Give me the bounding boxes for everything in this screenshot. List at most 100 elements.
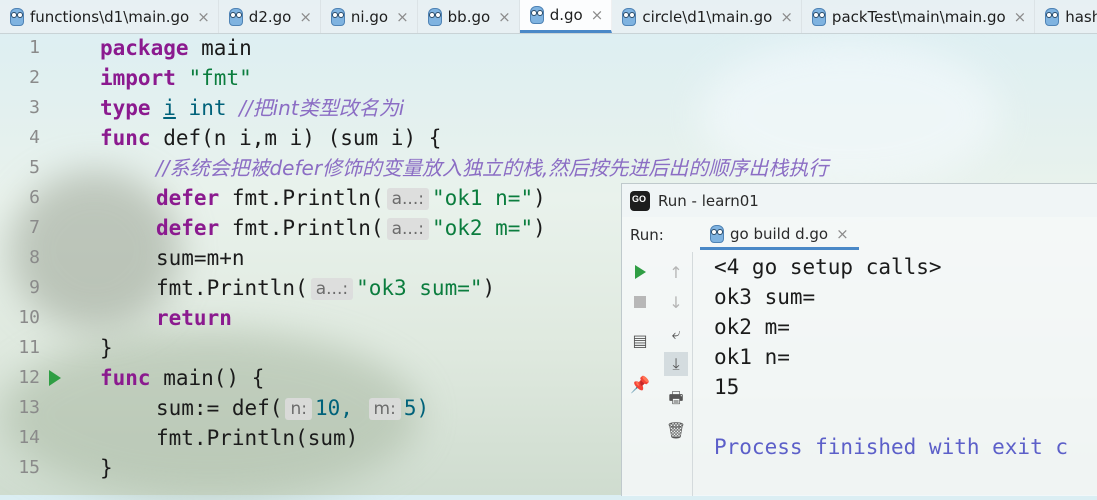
line-number: 9 xyxy=(29,277,40,298)
line-number: 1 xyxy=(29,37,40,58)
tab-label: ni.go xyxy=(350,7,389,26)
param-hint: n: xyxy=(285,398,312,420)
line-number: 5 xyxy=(29,157,40,178)
code-line-13: sum:= def(n: 10, m: 5) xyxy=(156,396,430,420)
code-line-12: func main() { xyxy=(100,366,265,390)
editor-tab-bar: functions\d1\main.go × d2.go × ni.go × b… xyxy=(0,0,1097,34)
go-file-icon xyxy=(10,7,24,26)
tab-ni[interactable]: ni.go × xyxy=(321,0,418,33)
layout-button[interactable]: ▤ xyxy=(628,328,652,352)
close-icon[interactable]: × xyxy=(836,225,849,243)
print-button[interactable]: 🖶 xyxy=(664,388,688,412)
tab-d2[interactable]: d2.go × xyxy=(219,0,321,33)
line-number: 12 xyxy=(18,367,40,388)
tab-label: circle\d1\main.go xyxy=(642,7,773,26)
rerun-button[interactable] xyxy=(628,260,652,284)
code-line-4: func def(n i,m i) (sum i) { xyxy=(100,126,442,150)
scroll-to-end-button[interactable]: ⤓ xyxy=(664,352,688,376)
scroll-up-button[interactable]: ↑ xyxy=(664,260,688,284)
pin-button[interactable]: 📌 xyxy=(628,372,652,396)
console-line: 15 xyxy=(714,375,740,399)
go-file-icon xyxy=(427,7,442,26)
go-file-icon xyxy=(330,7,345,26)
tab-circle-main[interactable]: circle\d1\main.go × xyxy=(612,0,802,33)
close-icon[interactable]: × xyxy=(591,6,604,24)
code-line-3: type i int //把int类型改名为i xyxy=(100,96,405,120)
soft-wrap-button[interactable]: ⤶ xyxy=(664,322,688,346)
go-file-icon xyxy=(1045,7,1060,26)
tab-functions-main[interactable]: functions\d1\main.go × xyxy=(0,0,219,33)
stop-icon xyxy=(634,296,646,308)
param-hint: a...: xyxy=(386,188,429,210)
goland-icon xyxy=(630,190,650,211)
close-icon[interactable]: × xyxy=(396,8,409,26)
tab-label: d2.go xyxy=(248,7,292,26)
tab-hash[interactable]: hash xyxy=(1035,0,1097,33)
code-line-2: import "fmt" xyxy=(100,66,252,90)
run-tool-window: Run - learn01 Run: go build d.go × ▤ 📌 ↑… xyxy=(621,183,1097,496)
close-icon[interactable]: × xyxy=(1014,8,1027,26)
run-toolbar-mid: ↑ ↓ ⤶ ⤓ 🖶 🗑 xyxy=(660,252,693,496)
scroll-down-button[interactable]: ↓ xyxy=(664,290,688,314)
code-line-9: fmt.Println(a...: "ok3 sum=") xyxy=(156,276,496,300)
line-number: 7 xyxy=(29,217,40,238)
run-window-title-bar: Run - learn01 xyxy=(622,184,1097,217)
go-file-icon xyxy=(228,7,243,26)
param-hint: m: xyxy=(368,398,401,420)
layout-icon: ▤ xyxy=(632,330,648,350)
param-hint: a...: xyxy=(386,218,429,240)
run-config-bar: Run: go build d.go × xyxy=(622,220,1097,250)
arrow-down-icon: ↓ xyxy=(669,292,683,312)
tab-packtest-main[interactable]: packTest\main\main.go × xyxy=(802,0,1036,33)
line-number: 13 xyxy=(18,397,40,418)
line-number: 8 xyxy=(29,247,40,268)
tab-run-config[interactable]: go build d.go × xyxy=(700,220,859,250)
line-number: 11 xyxy=(18,337,40,358)
console-line: ok1 n= xyxy=(714,345,790,369)
line-number: 14 xyxy=(18,427,40,448)
line-number: 4 xyxy=(29,127,40,148)
play-icon xyxy=(634,265,646,279)
tab-label: functions\d1\main.go xyxy=(30,7,190,26)
tab-label: hash xyxy=(1065,7,1097,26)
go-file-icon xyxy=(529,6,544,24)
trash-icon: 🗑 xyxy=(665,420,687,440)
line-number: 6 xyxy=(29,187,40,208)
run-gutter-icon[interactable] xyxy=(49,370,61,386)
run-toolbar-left: ▤ 📌 xyxy=(622,252,658,496)
go-file-icon xyxy=(622,7,637,26)
printer-icon: 🖶 xyxy=(668,387,684,407)
close-icon[interactable]: × xyxy=(197,8,210,26)
close-icon[interactable]: × xyxy=(498,8,511,26)
run-window-title: Run - learn01 xyxy=(658,191,759,210)
line-number: 3 xyxy=(29,97,40,118)
console-output[interactable]: <4 go setup calls> ok3 sum= ok2 m= ok1 n… xyxy=(714,252,1097,496)
code-line-8: sum=m+n xyxy=(156,246,245,270)
tab-label: d.go xyxy=(549,6,583,24)
tab-d[interactable]: d.go × xyxy=(519,0,613,33)
close-icon[interactable]: × xyxy=(299,8,312,26)
console-line: <4 go setup calls> xyxy=(714,255,942,279)
code-line-7: defer fmt.Println(a...: "ok2 m=") xyxy=(156,216,546,240)
tab-label: packTest\main\main.go xyxy=(831,7,1006,26)
tab-bb[interactable]: bb.go × xyxy=(418,0,520,33)
clear-button[interactable]: 🗑 xyxy=(664,418,688,442)
close-icon[interactable]: × xyxy=(780,8,793,26)
arrow-up-icon: ↑ xyxy=(669,262,683,282)
scroll-to-end-icon: ⤓ xyxy=(672,354,680,373)
code-line-5: //系统会把被defer修饰的变量放入独立的栈,然后按先进后出的顺序出栈执行 xyxy=(156,156,829,180)
code-line-11: } xyxy=(100,336,113,360)
line-number: 15 xyxy=(18,457,40,478)
stop-button[interactable] xyxy=(628,290,652,314)
go-file-icon xyxy=(710,224,724,243)
soft-wrap-icon: ⤶ xyxy=(671,324,681,343)
code-line-14: fmt.Println(sum) xyxy=(156,426,359,450)
run-label: Run: xyxy=(630,226,664,244)
code-line-6: defer fmt.Println(a...: "ok1 n=") xyxy=(156,186,546,210)
pin-icon: 📌 xyxy=(630,374,650,394)
param-hint: a...: xyxy=(310,278,354,300)
line-number: 10 xyxy=(18,307,40,328)
code-line-15: } xyxy=(100,456,113,480)
go-file-icon xyxy=(811,7,826,26)
line-number: 2 xyxy=(29,67,40,88)
